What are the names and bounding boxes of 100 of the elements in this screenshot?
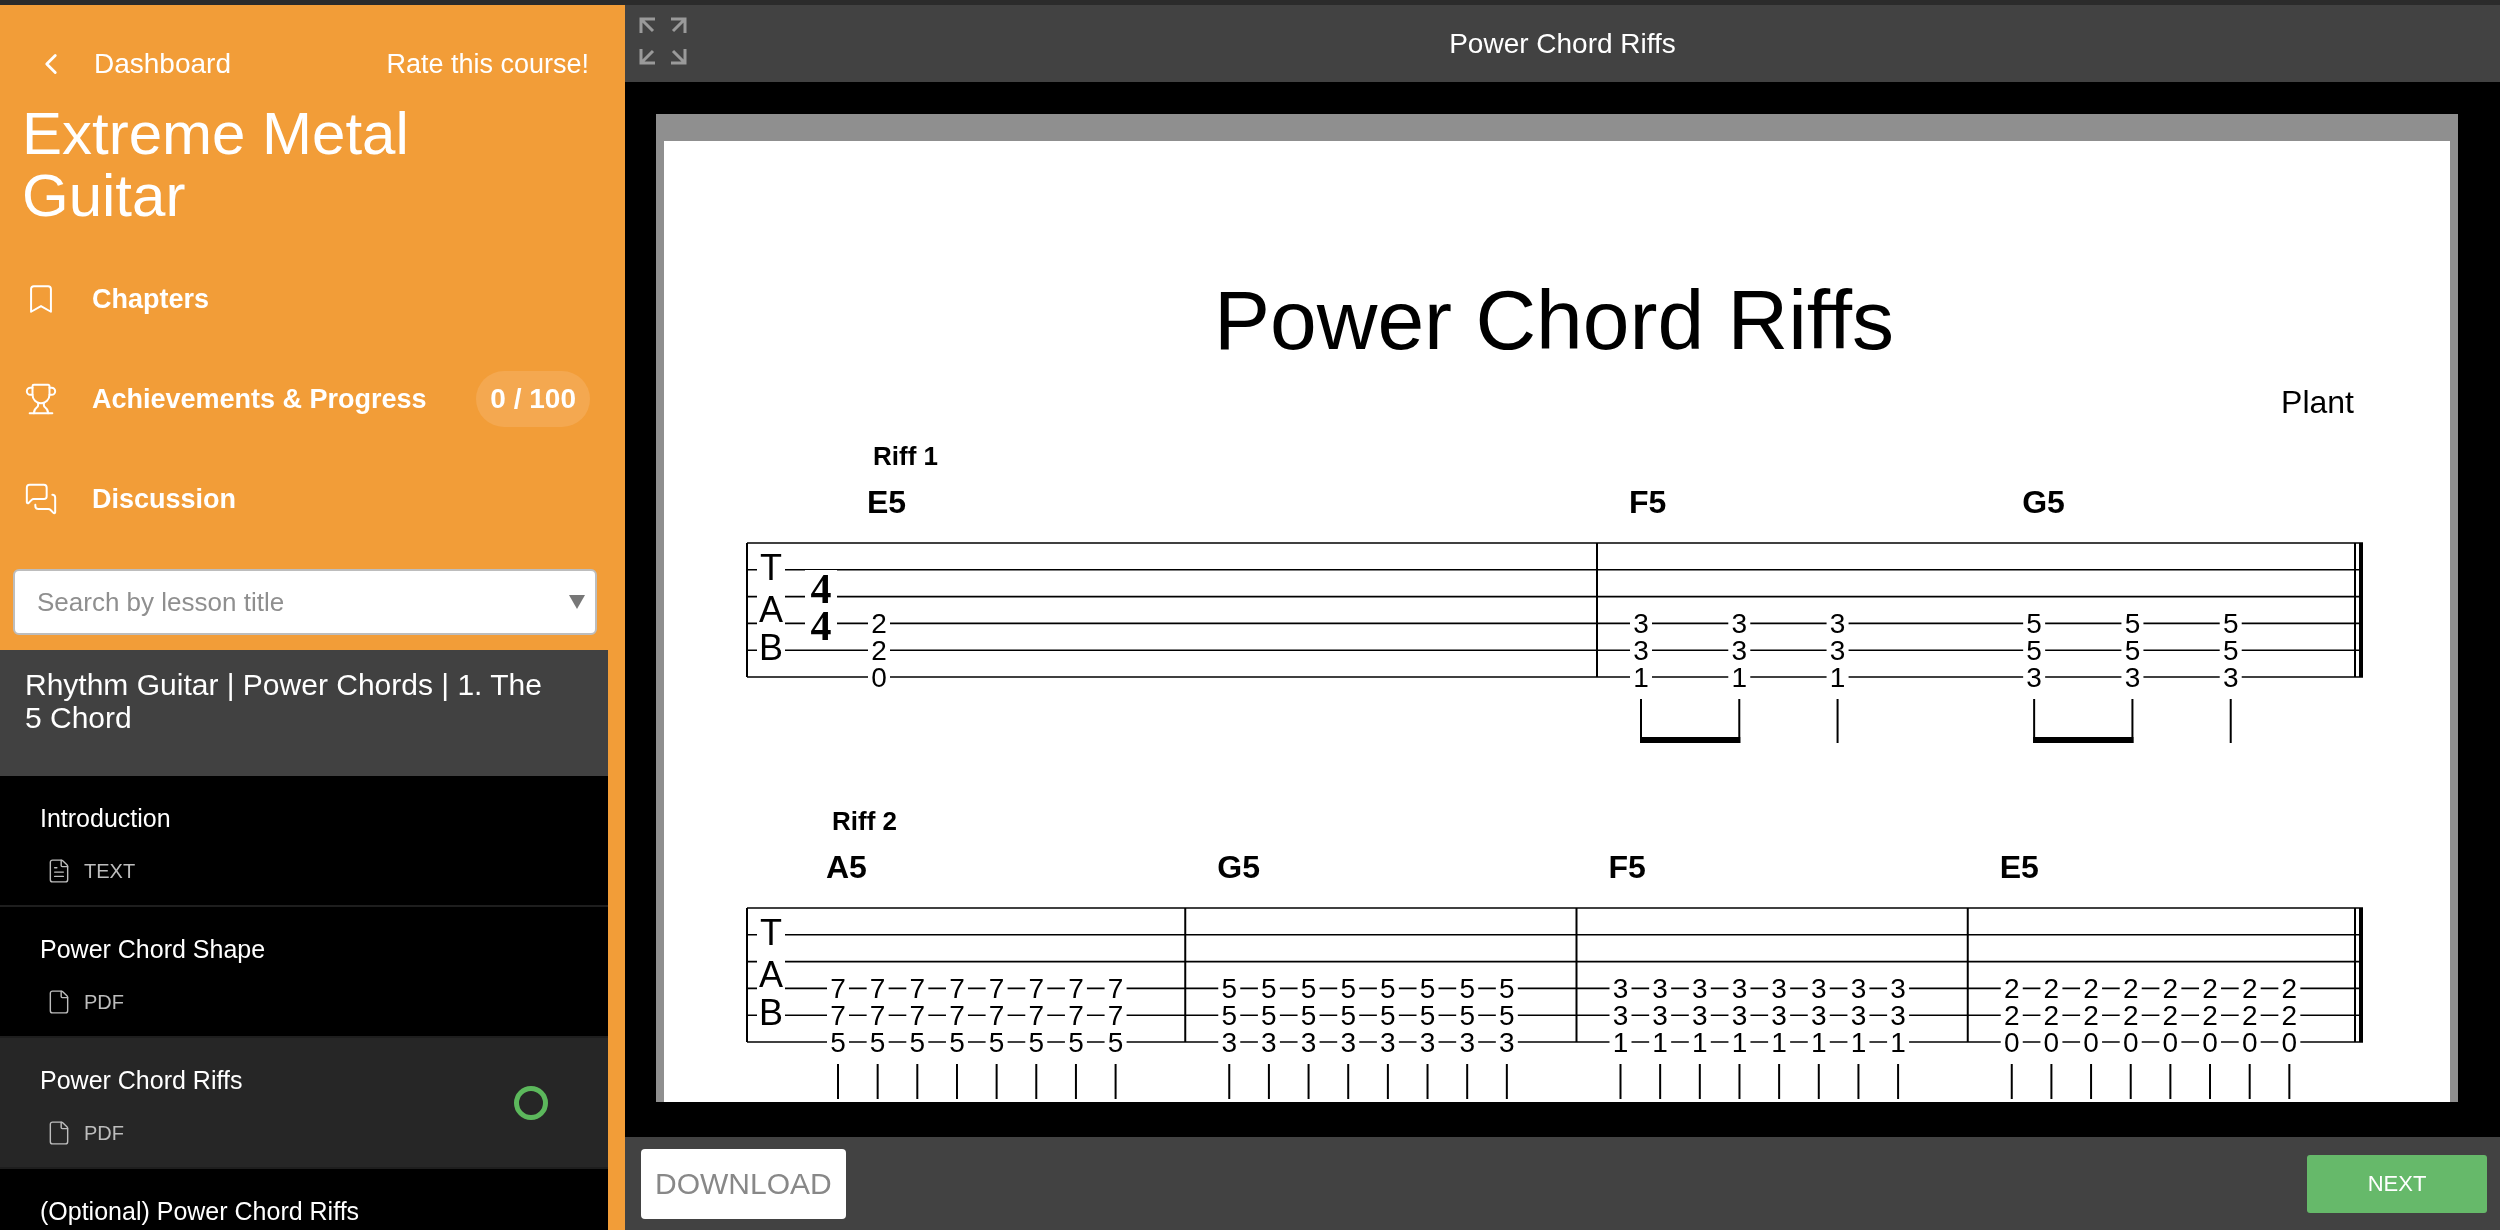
- fret-number: 1: [1731, 1026, 1748, 1058]
- note-stem: [1074, 1063, 1077, 1099]
- back-link[interactable]: Dashboard: [34, 43, 231, 85]
- chat-bubbles-icon: [24, 482, 58, 516]
- note-stem: [2229, 698, 2232, 744]
- fret-number: 3: [2222, 661, 2239, 693]
- fret-number: 5: [869, 1026, 886, 1058]
- fret-number: 0: [2241, 1026, 2258, 1058]
- tab-clef-letter: T: [760, 911, 782, 953]
- sidebar-nav-item[interactable]: Discussion: [0, 449, 625, 549]
- note-stem: [1619, 1063, 1622, 1099]
- lesson-item[interactable]: (Optional) Power Chord Riffs: [0, 1169, 608, 1230]
- lesson-title: Introduction: [40, 803, 172, 834]
- note-stem: [2010, 1063, 2013, 1099]
- note-stem: [1659, 1063, 1662, 1099]
- fret-number: 0: [2281, 1026, 2298, 1058]
- note-stem: [1897, 1063, 1900, 1099]
- lesson-type: PDF: [84, 1120, 124, 1146]
- trophy-icon: [24, 382, 58, 416]
- note-stem: [1307, 1063, 1310, 1099]
- fret-number: 1: [1829, 661, 1846, 693]
- fret-number: 0: [2162, 1026, 2179, 1058]
- fret-number: 1: [1633, 661, 1649, 693]
- note-stem: [1267, 1063, 1270, 1099]
- note-stem: [1836, 698, 1839, 744]
- note-stem: [1426, 1063, 1429, 1099]
- note-stem: [1698, 1063, 1701, 1099]
- fret-number: 1: [1850, 1026, 1867, 1058]
- rate-course-link[interactable]: Rate this course!: [386, 43, 589, 85]
- note-stem: [2129, 1063, 2132, 1099]
- lesson-type: PDF: [84, 989, 124, 1015]
- riff-label: Riff 1: [873, 441, 938, 471]
- lesson-title: Power Chord Shape: [40, 934, 267, 965]
- fret-number: 3: [1300, 1026, 1317, 1058]
- chord-name: F5: [1608, 849, 1646, 885]
- fret-number: 0: [2043, 1026, 2060, 1058]
- note-stem: [1817, 1063, 1820, 1099]
- note-stem: [955, 1063, 958, 1099]
- chord-name: E5: [1999, 849, 2039, 885]
- note-stem: [2050, 1063, 2053, 1099]
- fret-number: 5: [1107, 1026, 1124, 1058]
- note-stem: [876, 1063, 879, 1099]
- chord-name: G5: [1217, 849, 1260, 885]
- note-stem: [1386, 1063, 1389, 1099]
- fret-number: 5: [988, 1026, 1005, 1058]
- fret-number: 5: [1028, 1026, 1045, 1058]
- chord-name: E5: [867, 484, 907, 520]
- riff-label: Riff 2: [832, 806, 897, 836]
- note-stem: [2090, 1063, 2093, 1099]
- note-stem: [1738, 698, 1741, 744]
- note-stem: [2288, 1063, 2291, 1099]
- download-button[interactable]: DOWNLOAD: [641, 1148, 846, 1219]
- fret-number: 5: [830, 1026, 846, 1058]
- dropdown-caret-icon: [569, 595, 585, 609]
- note-stem: [1466, 1063, 1469, 1099]
- note-stem: [1778, 1063, 1781, 1099]
- note-stem: [2209, 1063, 2212, 1099]
- note-stem: [1505, 1063, 1508, 1099]
- fret-number: 3: [1221, 1026, 1238, 1058]
- note-stem: [916, 1063, 919, 1099]
- note-stem: [1857, 1063, 1860, 1099]
- sheet-title: Power Chord Riffs: [1214, 273, 1894, 367]
- note-stem: [1035, 1063, 1038, 1099]
- note-stem: [1228, 1063, 1231, 1099]
- fret-number: 5: [909, 1026, 926, 1058]
- course-title: Extreme Metal Guitar: [21, 99, 410, 227]
- lesson-item[interactable]: Introduction TEXT: [0, 776, 608, 907]
- lesson-title: Power Chord Riffs: [40, 1065, 244, 1096]
- lesson-item[interactable]: Power Chord Riffs PDF: [0, 1038, 608, 1169]
- lesson-item[interactable]: Power Chord Shape PDF: [0, 907, 608, 1038]
- viewer-title: Power Chord Riffs: [1449, 26, 1676, 61]
- note-stem: [2131, 698, 2134, 744]
- tab-clef-letter: T: [760, 546, 782, 588]
- progress-badge: 0 / 100: [476, 371, 590, 427]
- note-stem: [2169, 1063, 2172, 1099]
- fret-number: 1: [1612, 1026, 1629, 1058]
- sidebar-nav-item[interactable]: Achievements & Progress 0 / 100: [0, 349, 625, 449]
- note-stem: [2248, 1063, 2251, 1099]
- fullscreen-icon[interactable]: [637, 15, 689, 67]
- lesson-title: (Optional) Power Chord Riffs: [40, 1196, 361, 1227]
- next-button[interactable]: NEXT: [2307, 1154, 2487, 1213]
- fret-number: 0: [2003, 1026, 2020, 1058]
- sidebar-nav-item[interactable]: Chapters: [0, 249, 625, 349]
- chord-name: F5: [1629, 484, 1667, 520]
- note-stem: [1347, 1063, 1350, 1099]
- fret-number: 3: [1419, 1026, 1436, 1058]
- chord-name: A5: [826, 849, 867, 885]
- note-stem: [837, 1063, 839, 1099]
- note-stem: [1738, 1063, 1741, 1099]
- fret-number: 3: [2124, 661, 2141, 693]
- fret-number: 1: [1731, 661, 1748, 693]
- fret-number: 0: [2122, 1026, 2139, 1058]
- note-stem: [995, 1063, 998, 1099]
- lesson-type: TEXT: [84, 858, 136, 884]
- chord-name: G5: [2022, 484, 2065, 520]
- fret-number: 0: [871, 661, 887, 693]
- composer-name: Plant: [2281, 384, 2354, 420]
- chapter-header: Rhythm Guitar | Power Chords | 1. The 5 Chord: [0, 650, 608, 776]
- note-stem: [1114, 1063, 1117, 1099]
- search-field[interactable]: Search by lesson title: [13, 569, 597, 635]
